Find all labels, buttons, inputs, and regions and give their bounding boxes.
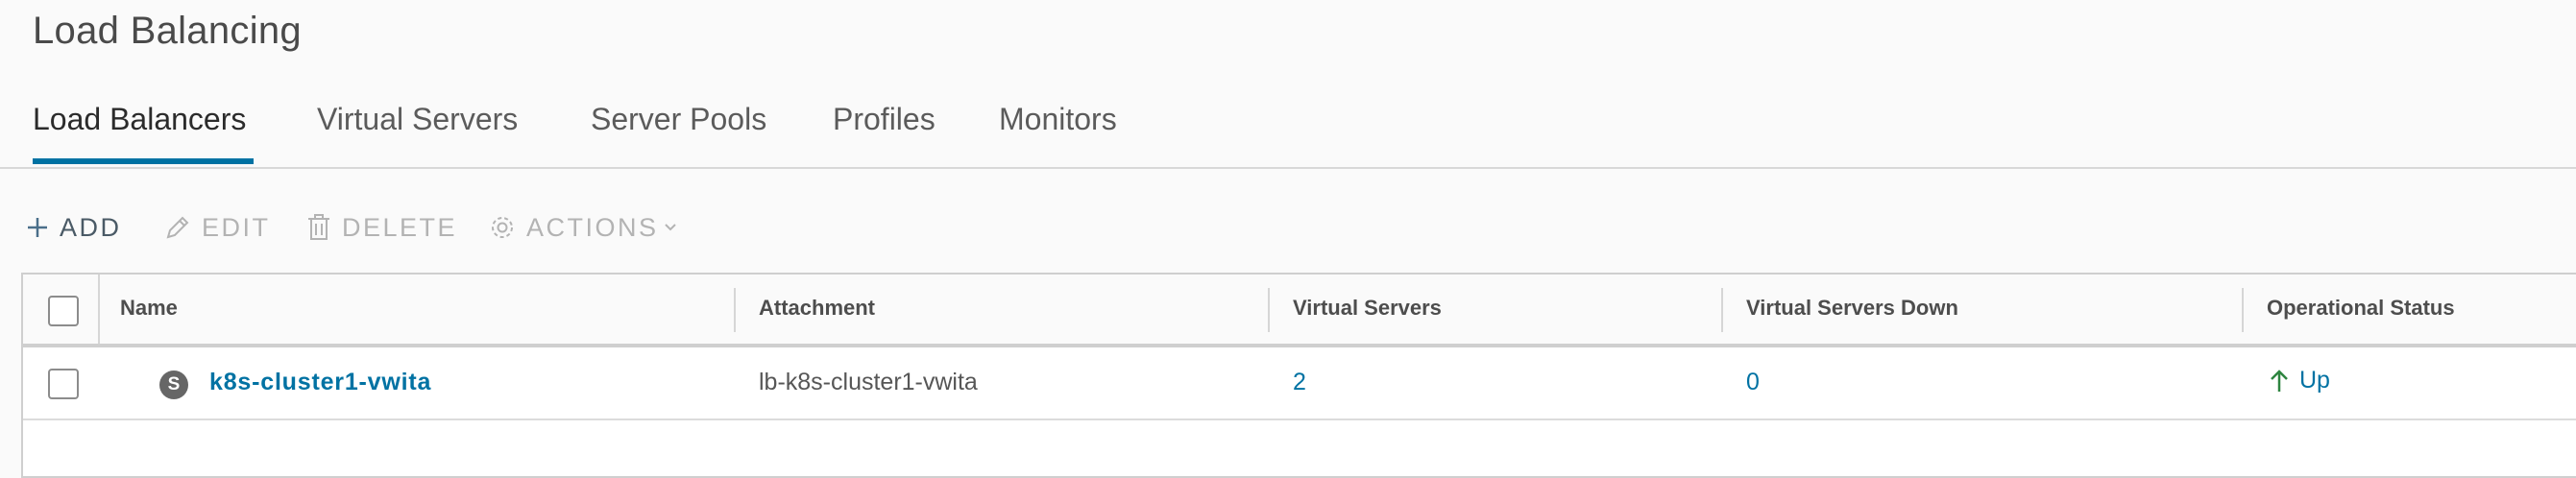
tab-virtual-servers[interactable]: Virtual Servers bbox=[317, 102, 518, 158]
toolbar: ADD EDIT DELETE ACTIONS bbox=[0, 203, 2576, 251]
add-button[interactable]: ADD bbox=[25, 203, 122, 251]
tab-profiles[interactable]: Profiles bbox=[833, 102, 936, 158]
chevron-down-icon bbox=[663, 220, 678, 235]
column-divider[interactable] bbox=[1268, 288, 1270, 332]
actions-button[interactable]: ACTIONS bbox=[488, 203, 678, 251]
column-divider[interactable] bbox=[2242, 288, 2244, 332]
column-divider[interactable] bbox=[734, 288, 736, 332]
column-divider[interactable] bbox=[1721, 288, 1723, 332]
operational-status-label: Up bbox=[2299, 367, 2330, 394]
tab-bar: Load Balancers Virtual Servers Server Po… bbox=[0, 92, 2576, 169]
delete-button-label: DELETE bbox=[342, 212, 458, 242]
column-divider bbox=[98, 275, 100, 344]
column-header-operational-status[interactable]: Operational Status bbox=[2267, 296, 2455, 321]
gear-icon bbox=[488, 213, 517, 242]
plus-icon bbox=[25, 215, 50, 240]
table-row: S k8s-cluster1-vwita lb-k8s-cluster1-vwi… bbox=[23, 347, 2576, 420]
tab-load-balancers[interactable]: Load Balancers bbox=[33, 102, 255, 164]
column-header-attachment[interactable]: Attachment bbox=[759, 296, 875, 321]
tab-monitors[interactable]: Monitors bbox=[999, 102, 1117, 158]
pencil-icon bbox=[163, 213, 192, 242]
trash-icon bbox=[305, 213, 332, 242]
virtual-servers-down-count-link[interactable]: 0 bbox=[1746, 369, 1760, 396]
row-select-checkbox[interactable] bbox=[48, 369, 79, 399]
tab-server-pools[interactable]: Server Pools bbox=[591, 102, 766, 158]
edit-button-label: EDIT bbox=[202, 212, 271, 242]
edit-button[interactable]: EDIT bbox=[163, 203, 271, 251]
arrow-up-icon bbox=[2269, 369, 2290, 394]
column-header-virtual-servers-down[interactable]: Virtual Servers Down bbox=[1746, 296, 1958, 321]
table-header: Name Attachment Virtual Servers Virtual … bbox=[23, 275, 2576, 347]
service-badge: S bbox=[159, 370, 188, 399]
actions-button-label: ACTIONS bbox=[526, 212, 659, 242]
column-header-name[interactable]: Name bbox=[120, 296, 178, 321]
select-all-checkbox[interactable] bbox=[48, 296, 79, 326]
delete-button[interactable]: DELETE bbox=[305, 203, 457, 251]
attachment-value: lb-k8s-cluster1-vwita bbox=[759, 369, 978, 395]
load-balancer-name-link[interactable]: k8s-cluster1-vwita bbox=[209, 369, 431, 396]
column-header-virtual-servers[interactable]: Virtual Servers bbox=[1293, 296, 1442, 321]
load-balancers-table: Name Attachment Virtual Servers Virtual … bbox=[21, 273, 2576, 478]
virtual-servers-count-link[interactable]: 2 bbox=[1293, 369, 1306, 396]
page-title: Load Balancing bbox=[33, 10, 302, 52]
operational-status[interactable]: Up bbox=[2269, 367, 2330, 394]
add-button-label: ADD bbox=[60, 212, 122, 242]
